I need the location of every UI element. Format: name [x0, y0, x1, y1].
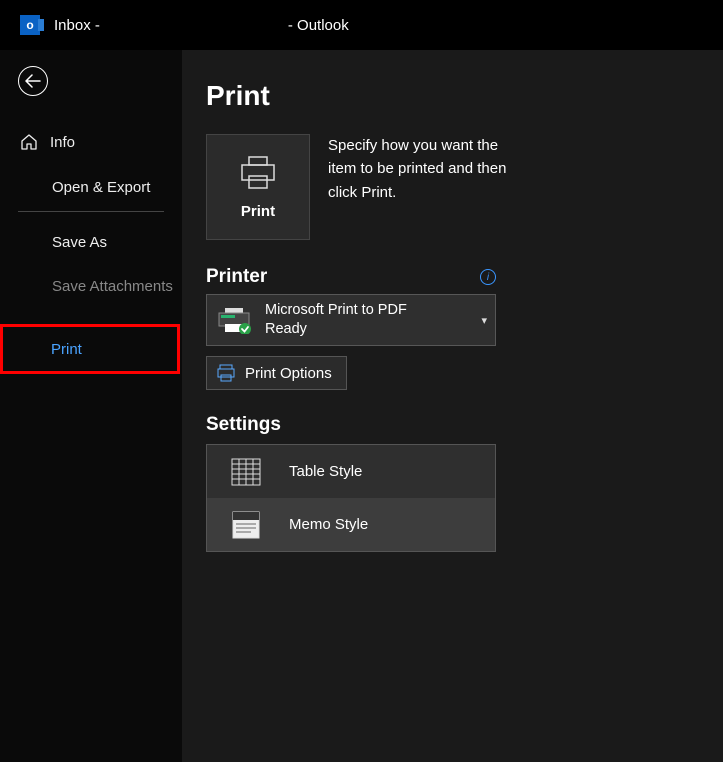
redacted-account: [104, 17, 284, 33]
printer-dropdown[interactable]: Microsoft Print to PDF Ready ▾: [206, 294, 496, 346]
print-button-label: Print: [241, 203, 275, 220]
printer-heading: Printer: [206, 266, 267, 288]
page-title: Print: [206, 80, 699, 112]
style-list: Table Style Memo Style: [206, 444, 496, 552]
style-item-table[interactable]: Table Style: [207, 445, 495, 498]
print-options-button[interactable]: Print Options: [206, 356, 347, 390]
style-label-memo: Memo Style: [289, 516, 368, 533]
sidebar-item-save-attachments: Save Attachments: [0, 264, 182, 308]
sidebar-item-print[interactable]: Print: [0, 324, 180, 374]
main-panel: Print Print Specify how you want the ite…: [182, 50, 723, 762]
back-button[interactable]: [18, 66, 48, 96]
printer-status: Ready: [265, 320, 407, 339]
title-suffix: - Outlook: [288, 17, 349, 34]
backstage-sidebar: Info Open & Export Save As Save Attachme…: [0, 50, 182, 762]
sidebar-item-open-export[interactable]: Open & Export: [18, 164, 164, 212]
style-item-memo[interactable]: Memo Style: [207, 498, 495, 551]
arrow-left-icon: [25, 74, 41, 88]
sidebar-label-save-as: Save As: [52, 234, 107, 251]
sidebar-label-open-export: Open & Export: [52, 179, 150, 196]
printer-info-icon[interactable]: i: [480, 269, 496, 285]
sidebar-item-info[interactable]: Info: [0, 120, 182, 164]
table-style-icon: [231, 458, 261, 486]
title-bar: o Inbox - - Outlook: [0, 0, 723, 50]
print-options-label: Print Options: [245, 365, 332, 382]
outlook-logo-icon: o: [20, 15, 40, 35]
sidebar-label-info: Info: [50, 134, 75, 151]
sidebar-label-print: Print: [51, 341, 82, 358]
printer-device-icon: [217, 306, 251, 334]
printer-name: Microsoft Print to PDF: [265, 301, 407, 320]
style-label-table: Table Style: [289, 463, 362, 480]
chevron-down-icon: ▾: [481, 314, 487, 327]
print-options-icon: [217, 364, 235, 382]
title-prefix: Inbox -: [54, 17, 100, 34]
memo-style-icon: [231, 511, 261, 539]
window-title: Inbox - - Outlook: [54, 17, 349, 34]
printer-icon: [238, 155, 278, 191]
print-button[interactable]: Print: [206, 134, 310, 240]
home-icon: [20, 133, 38, 151]
sidebar-label-save-attachments: Save Attachments: [52, 278, 173, 295]
sidebar-item-save-as[interactable]: Save As: [0, 220, 182, 264]
print-description: Specify how you want the item to be prin…: [328, 134, 508, 240]
settings-heading: Settings: [206, 414, 699, 436]
